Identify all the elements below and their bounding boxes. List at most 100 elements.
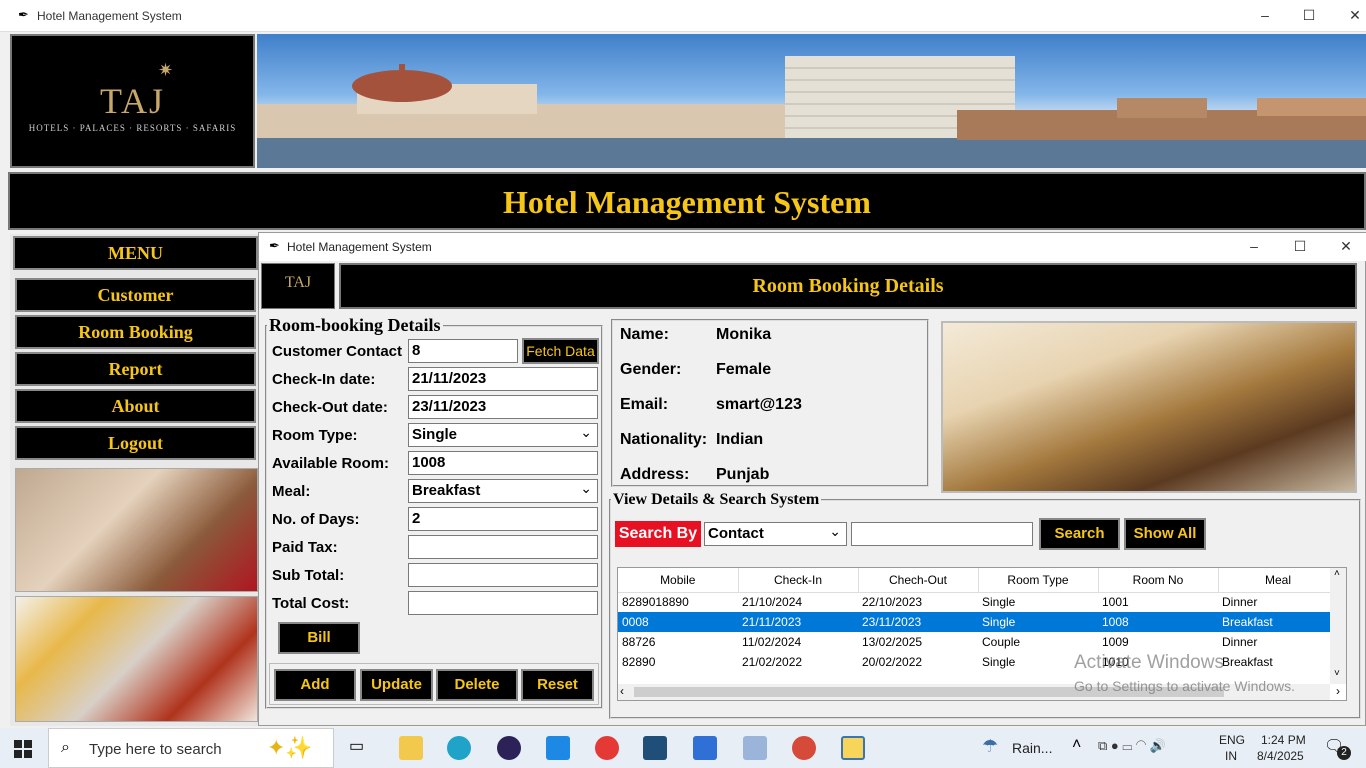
- table-cell: 22/10/2023: [862, 595, 923, 610]
- search-by-value: Contact: [708, 525, 764, 542]
- table-cell: 1009: [1102, 635, 1129, 649]
- clock-time[interactable]: 1:24 PM: [1261, 733, 1306, 747]
- table-cell: 21/02/2022: [742, 655, 803, 669]
- search-icon: ⌕: [61, 739, 70, 756]
- close-icon[interactable]: ✕: [1343, 4, 1366, 26]
- menu-logout-button[interactable]: Logout: [15, 426, 256, 460]
- col-room-no[interactable]: Room No: [1098, 568, 1219, 593]
- hotel-banner-image: [257, 34, 1366, 168]
- table-cell: 8289018890: [622, 595, 689, 610]
- table-cell: 23/11/2023: [858, 612, 978, 632]
- address-value: Punjab: [716, 466, 770, 483]
- remote-desktop-icon[interactable]: [743, 736, 767, 760]
- vscode-icon[interactable]: [546, 736, 570, 760]
- delete-button[interactable]: Delete: [436, 669, 518, 701]
- bill-button[interactable]: Bill: [278, 622, 360, 654]
- edge-browser-icon[interactable]: [447, 736, 471, 760]
- table-cell: 82890: [622, 655, 656, 669]
- available-room-input[interactable]: 1008: [408, 451, 598, 475]
- logo-brand: TAJ: [99, 81, 166, 121]
- table-row-selected[interactable]: 0008 21/11/2023 23/11/2023 Single 1008 B…: [618, 612, 1338, 632]
- clock-date[interactable]: 8/4/2025: [1257, 749, 1304, 763]
- chrome-icon[interactable]: [595, 736, 619, 760]
- update-button[interactable]: Update: [360, 669, 433, 701]
- check-in-input[interactable]: 21/11/2023: [408, 367, 598, 391]
- inner-close-icon[interactable]: ✕: [1334, 235, 1358, 257]
- days-input[interactable]: 2: [408, 507, 598, 531]
- fetch-data-button[interactable]: Fetch Data: [522, 338, 599, 364]
- taj-logo: ✷ TAJ HOTELS · PALACES · RESORTS · SAFAR…: [10, 34, 255, 168]
- python-icon[interactable]: [841, 736, 865, 760]
- sub-total-input[interactable]: [408, 563, 598, 587]
- vertical-scrollbar[interactable]: ˄ ˅: [1330, 568, 1346, 684]
- scroll-left-arrow-icon[interactable]: ‹: [620, 684, 624, 698]
- taskbar-search-placeholder: Type here to search: [89, 741, 222, 758]
- show-all-button[interactable]: Show All: [1124, 518, 1206, 550]
- mysql-workbench-icon[interactable]: [643, 736, 667, 760]
- paid-tax-input[interactable]: [408, 535, 598, 559]
- inner-logo-brand: TAJ: [284, 274, 312, 291]
- table-row[interactable]: 88726 11/02/2024 13/02/2025 Couple 1009 …: [618, 632, 1338, 652]
- menu-title: MENU: [13, 236, 258, 270]
- total-cost-input[interactable]: [408, 591, 598, 615]
- meal-select[interactable]: Breakfast: [408, 477, 598, 503]
- menu-room-booking-button[interactable]: Room Booking: [15, 315, 256, 349]
- chrome-profile-icon[interactable]: [792, 736, 816, 760]
- table-cell: 21/10/2024: [742, 595, 803, 610]
- add-button[interactable]: Add: [274, 669, 356, 701]
- table-cell: Breakfast: [1222, 655, 1273, 669]
- outer-title-bar: ✒ Hotel Management System – ☐ ✕: [0, 0, 1366, 32]
- col-room-type[interactable]: Room Type: [978, 568, 1099, 593]
- nationality-label: Nationality:: [620, 431, 708, 448]
- scroll-up-arrow-icon[interactable]: ˄: [1334, 568, 1340, 579]
- inner-window-title: Hotel Management System: [287, 240, 432, 254]
- notepad-icon[interactable]: [693, 736, 717, 760]
- inner-maximize-icon[interactable]: ☐: [1288, 235, 1312, 257]
- paid-tax-label: Paid Tax:: [272, 539, 338, 556]
- language-in[interactable]: IN: [1225, 749, 1237, 763]
- table-row[interactable]: 8289018890 21/10/2024 22/10/2023 Single …: [618, 592, 1338, 612]
- table-cell: 13/02/2025: [862, 635, 923, 649]
- table-cell: Couple: [982, 635, 1021, 649]
- file-explorer-icon[interactable]: [399, 736, 423, 760]
- outer-window-title: Hotel Management System: [37, 9, 182, 23]
- menu-report-button[interactable]: Report: [15, 352, 256, 386]
- menu-about-button[interactable]: About: [15, 389, 256, 423]
- minimize-icon[interactable]: –: [1253, 4, 1277, 26]
- meal-label: Meal:: [272, 483, 311, 500]
- language-eng[interactable]: ENG: [1219, 733, 1245, 747]
- search-by-select[interactable]: Contact: [704, 520, 847, 546]
- weather-text[interactable]: Rain...: [1012, 740, 1052, 756]
- table-cell: Breakfast: [1218, 612, 1338, 632]
- scroll-right-arrow-icon[interactable]: ›: [1336, 684, 1340, 698]
- col-check-out[interactable]: Chech-Out: [858, 568, 979, 593]
- table-cell: 88726: [622, 635, 656, 649]
- system-tray-icons[interactable]: ⧉ ● ▭ ◠ 🔊: [1098, 738, 1166, 754]
- activate-windows-subtitle: Go to Settings to activate Windows.: [1074, 678, 1295, 694]
- scroll-down-arrow-icon[interactable]: ˅: [1334, 668, 1340, 679]
- col-check-in[interactable]: Check-In: [738, 568, 859, 593]
- menu-customer-button[interactable]: Customer: [15, 278, 256, 312]
- table-row[interactable]: 82890 21/02/2022 20/02/2022 Single 1010 …: [618, 652, 1338, 672]
- task-view-icon[interactable]: ▭: [349, 736, 373, 760]
- windows-start-icon[interactable]: [14, 740, 32, 758]
- customer-contact-input[interactable]: 8: [408, 339, 518, 363]
- search-button[interactable]: Search: [1039, 518, 1120, 550]
- search-text-input[interactable]: [851, 522, 1033, 546]
- hotel-banner-drawing: [257, 56, 1366, 168]
- reset-button[interactable]: Reset: [521, 669, 594, 701]
- inner-minimize-icon[interactable]: –: [1242, 235, 1266, 257]
- show-hidden-icons-chevron-icon[interactable]: ˄: [1072, 736, 1081, 754]
- eclipse-icon[interactable]: [497, 736, 521, 760]
- room-type-select[interactable]: Single: [408, 421, 598, 447]
- weather-icon[interactable]: ☂: [982, 736, 998, 757]
- room-booking-title: Room Booking Details: [752, 275, 944, 297]
- maximize-icon[interactable]: ☐: [1297, 4, 1321, 26]
- days-label: No. of Days:: [272, 511, 360, 528]
- taskbar: ⌕ Type here to search ✦✨ ▭ ☂ Rain... ˄ ⧉…: [0, 728, 1366, 768]
- table-cell: 20/02/2022: [862, 655, 923, 669]
- col-mobile[interactable]: Mobile: [618, 568, 739, 593]
- check-out-input[interactable]: 23/11/2023: [408, 395, 598, 419]
- col-meal[interactable]: Meal: [1218, 568, 1339, 593]
- taskbar-search-box[interactable]: ⌕ Type here to search ✦✨: [48, 728, 334, 768]
